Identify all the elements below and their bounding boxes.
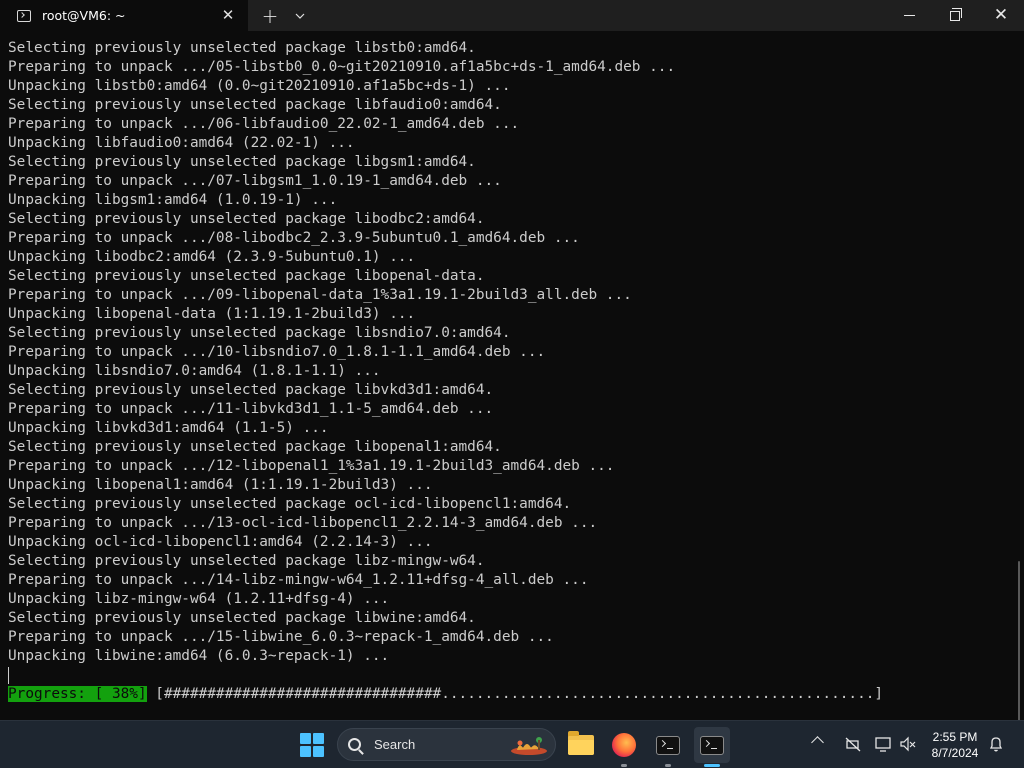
terminal-line: Selecting previously unselected package … [8,154,476,170]
terminal-line: Selecting previously unselected package … [8,97,502,113]
terminal-line: Unpacking ocl-icd-libopencl1:amd64 (2.2.… [8,534,433,550]
running-indicator [665,764,671,767]
progress-row: Progress: [ 38%] [######################… [8,685,1024,704]
running-indicator [621,764,627,767]
title-bar: root@VM6: ~ ✕ + ✕ [0,0,1024,31]
terminal-line: Selecting previously unselected package … [8,211,485,227]
clock-time: 2:55 PM [932,730,978,744]
terminal-line: Unpacking libopenal1:amd64 (1:1.19.1-2bu… [8,477,433,493]
terminal-line: Preparing to unpack .../09-libopenal-dat… [8,287,632,303]
chevron-up-icon[interactable] [811,736,824,749]
terminal-line: Unpacking libopenal-data (1:1.19.1-2buil… [8,306,416,322]
clock-date: 8/7/2024 [931,746,979,760]
terminal-line: Selecting previously unselected package … [8,439,502,455]
start-button[interactable] [300,733,324,757]
terminal-line: Unpacking libstb0:amd64 (0.0~git20210910… [8,78,511,94]
terminal-line: Selecting previously unselected package … [8,268,485,284]
active-indicator [704,764,720,767]
windows-logo-pane [313,733,324,744]
terminal-line: Unpacking libvkd3d1:amd64 (1.1-5) ... [8,420,329,436]
terminal-line: Preparing to unpack .../11-libvkd3d1_1.1… [8,401,494,417]
terminal-icon [17,9,31,22]
notification-bell-icon[interactable] [988,735,1004,753]
terminal-line: Preparing to unpack .../06-libfaudio0_22… [8,116,520,132]
terminal-line: Unpacking libfaudio0:amd64 (22.02-1) ... [8,135,355,151]
terminal-line: Selecting previously unselected package … [8,325,511,341]
terminal-app-icon [656,735,680,755]
terminal-line: Selecting previously unselected package … [8,382,494,398]
terminal-line: Preparing to unpack .../15-libwine_6.0.3… [8,629,554,645]
terminal-app-button[interactable] [650,727,686,767]
new-tab-button[interactable]: + [255,0,285,31]
taskbar-search[interactable]: Search [337,728,556,761]
terminal-output[interactable]: Selecting previously unselected package … [0,31,1024,731]
display-icon[interactable] [874,735,892,753]
close-tab-icon[interactable]: ✕ [220,7,236,23]
terminal-line: Preparing to unpack .../08-libodbc2_2.3.… [8,230,580,246]
terminal-line: Preparing to unpack .../14-libz-mingw-w6… [8,572,589,588]
terminal-line: Unpacking libz-mingw-w64 (1.2.11+dfsg-4)… [8,591,390,607]
folder-icon [568,731,594,755]
minimize-button[interactable] [886,0,932,31]
terminal-line: Preparing to unpack .../12-libopenal1_1%… [8,458,615,474]
terminal-line: Selecting previously unselected package … [8,610,476,626]
search-highlight-icon [511,737,547,755]
tab-title: root@VM6: ~ [42,8,126,23]
minimize-icon [903,15,915,16]
taskbar: Search 2:55 PM 8/7/2024 [0,720,1024,768]
volume-muted-icon[interactable] [899,735,917,753]
terminal-line: Preparing to unpack .../13-ocl-icd-libop… [8,515,598,531]
terminal-line: Unpacking libgsm1:amd64 (1.0.19-1) ... [8,192,338,208]
terminal-line: Unpacking libwine:amd64 (6.0.3~repack-1)… [8,648,390,664]
terminal-tab[interactable]: root@VM6: ~ ✕ [0,0,248,31]
scrollbar[interactable] [1018,561,1020,731]
terminal-app-icon [700,735,724,755]
restore-icon [950,7,962,21]
search-icon [348,738,361,751]
file-explorer-button[interactable] [563,727,599,763]
title-drag-area[interactable] [315,0,886,31]
terminal-line: Unpacking libodbc2:amd64 (2.3.9-5ubuntu0… [8,249,416,265]
terminal-line: Unpacking libsndio7.0:amd64 (1.8.1-1.1) … [8,363,381,379]
network-disconnected-icon[interactable] [844,735,862,753]
terminal-line: Preparing to unpack .../07-libgsm1_1.0.1… [8,173,502,189]
search-placeholder: Search [374,737,416,752]
cursor-line [8,666,1024,685]
text-cursor [8,667,9,684]
terminal-line: Preparing to unpack .../05-libstb0_0.0~g… [8,59,676,75]
windows-logo-pane [300,746,311,757]
terminal-line: Preparing to unpack .../10-libsndio7.0_1… [8,344,546,360]
windows-logo-icon [300,733,311,744]
terminal-lines: Selecting previously unselected package … [8,39,1024,666]
progress-label: Progress: [ 38%] [8,686,147,702]
terminal-line: Selecting previously unselected package … [8,496,572,512]
close-window-button[interactable]: ✕ [978,0,1024,31]
terminal-active-button[interactable] [694,727,730,767]
restore-button[interactable] [932,0,978,31]
terminal-line: Selecting previously unselected package … [8,553,485,569]
chevron-down-icon [295,13,305,19]
firefox-button[interactable] [606,727,642,767]
terminal-line: Selecting previously unselected package … [8,40,476,56]
firefox-icon [612,733,636,757]
clock[interactable]: 2:55 PM 8/7/2024 [925,729,985,761]
windows-logo-pane [313,746,324,757]
progress-bar: [################################.......… [146,686,884,702]
tab-dropdown-button[interactable] [285,0,315,31]
close-icon: ✕ [993,5,1009,25]
